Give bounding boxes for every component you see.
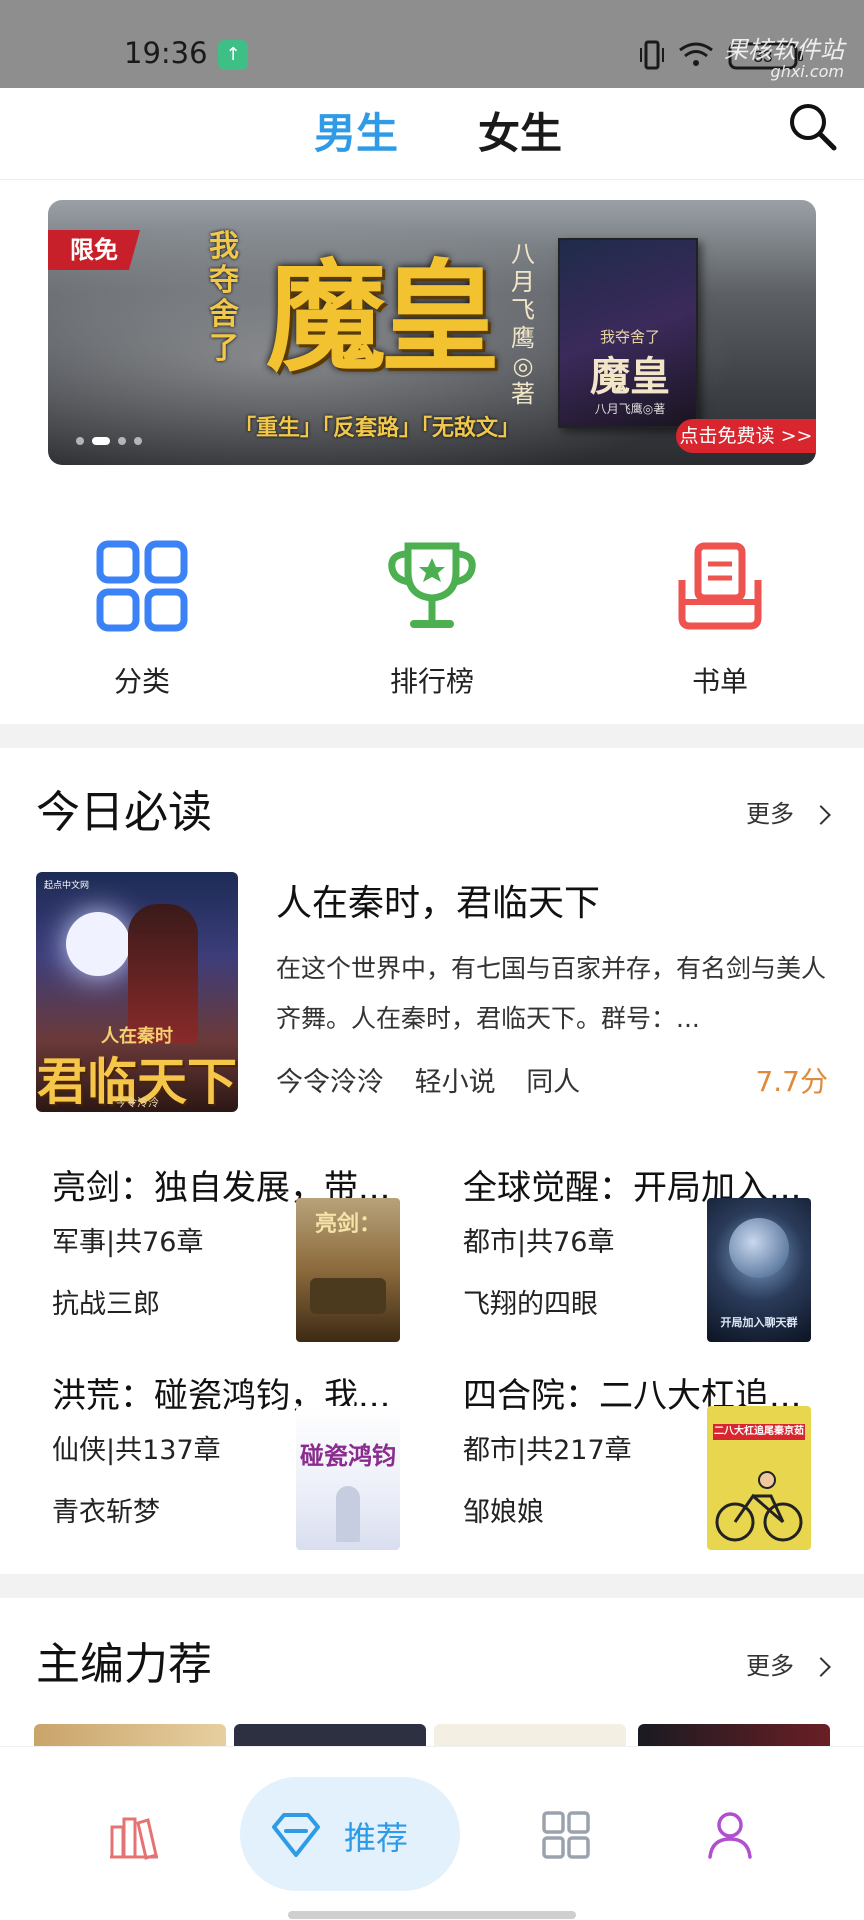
featured-book-score: 7.7分 bbox=[755, 1065, 828, 1098]
featured-book-subcategory: 同人 bbox=[526, 1067, 581, 1098]
featured-book-category: 轻小说 bbox=[414, 1067, 496, 1098]
bicycle-icon bbox=[715, 1471, 803, 1542]
banner-free-tag: 限免 bbox=[48, 230, 140, 270]
banner-cover-author: 八月飞鹰◎著 bbox=[594, 402, 666, 416]
book-cover-peek[interactable] bbox=[638, 1724, 830, 1746]
section-title-today: 今日必读 bbox=[36, 787, 212, 838]
gender-tab-bar: 男生 女生 bbox=[0, 88, 864, 180]
featured-book-description: 在这个世界中，有七国与百家并存，有名剑与美人齐舞。人在秦时，君临天下。群号：..… bbox=[276, 954, 827, 1033]
banner-author: 八月飞鹰◎著 bbox=[511, 240, 535, 408]
editor-more-button[interactable]: 更多 bbox=[746, 1646, 831, 1681]
profile-icon[interactable] bbox=[704, 1809, 756, 1861]
section-divider bbox=[0, 1574, 864, 1598]
cover-figure bbox=[336, 1486, 360, 1542]
book-card[interactable]: 亮剑：独自发展，带... 军事|共76章 抗战三郎 亮剑： bbox=[52, 1160, 424, 1360]
book-card[interactable]: 洪荒：碰瓷鸿钧，我... 仙侠|共137章 青衣斩梦 碰瓷鸿钧 bbox=[52, 1368, 424, 1568]
category-grid-icon[interactable] bbox=[540, 1809, 592, 1861]
quick-entry-label: 分类 bbox=[113, 665, 170, 698]
diamond-icon[interactable] bbox=[270, 1809, 322, 1861]
book-author: 青衣斩梦 bbox=[52, 1497, 160, 1528]
book-card[interactable]: 全球觉醒：开局加入... 都市|共76章 飞翔的四眼 开局加入聊天群 bbox=[463, 1160, 835, 1360]
book-cover: 亮剑： bbox=[296, 1198, 400, 1342]
featured-book-title[interactable]: 人在秦时，君临天下 bbox=[276, 874, 600, 926]
status-time: 19:36 bbox=[124, 36, 208, 70]
today-more-button[interactable]: 更多 bbox=[746, 794, 831, 829]
banner-tags: 「重生」「反套路」「无敌文」 bbox=[234, 416, 521, 441]
tank-shape bbox=[310, 1278, 386, 1314]
trophy-icon bbox=[388, 542, 476, 628]
chevron-right-icon bbox=[811, 805, 831, 825]
section-title-editor: 主编力荐 bbox=[36, 1639, 212, 1690]
quick-entry-ranking[interactable]: 排行榜 bbox=[342, 520, 522, 700]
book-cover-title: 碰瓷鸿钧 bbox=[300, 1441, 396, 1470]
book-card[interactable]: 四合院：二八大杠追... 都市|共217章 邹娘娘 二八大杠追尾秦京茹 bbox=[463, 1368, 835, 1568]
book-cover-title: 开局加入聊天群 bbox=[720, 1316, 798, 1329]
book-cover-peek[interactable] bbox=[234, 1724, 426, 1746]
tab-female[interactable]: 女生 bbox=[478, 100, 562, 161]
bottom-navigation: 推荐 bbox=[0, 1746, 864, 1920]
book-category: 都市|共217章 bbox=[463, 1435, 632, 1466]
book-category: 都市|共76章 bbox=[463, 1227, 615, 1258]
banner-big-title: 魔皇 bbox=[266, 247, 500, 388]
promo-banner[interactable]: 限免 我夺舍了 魔皇 八月飞鹰◎著 「重生」「反套路」「无敌文」 我夺舍了 魔皇… bbox=[48, 200, 816, 465]
upload-notification-icon: ↑ bbox=[218, 40, 248, 70]
featured-book-meta: 今令泠泠 轻小说 同人 bbox=[276, 1060, 602, 1099]
book-cover: 二八大杠追尾秦京茹 bbox=[707, 1406, 811, 1550]
banner-dot-active bbox=[92, 437, 110, 445]
watermark: 果核软件站 bbox=[724, 36, 844, 64]
banner-read-free-button[interactable]: 点击免费读 >> bbox=[676, 419, 816, 453]
planet-shape bbox=[729, 1218, 789, 1278]
banner-cover-big-title: 魔皇 bbox=[590, 353, 670, 400]
tab-male[interactable]: 男生 bbox=[314, 100, 398, 161]
banner-small-title: 我夺舍了 bbox=[209, 229, 239, 366]
quick-entry-category[interactable]: 分类 bbox=[52, 520, 232, 700]
bookshelf-icon[interactable] bbox=[108, 1809, 160, 1861]
section-divider bbox=[0, 724, 864, 748]
more-label: 更多 bbox=[746, 800, 794, 828]
cover-author: 今令泠泠 bbox=[115, 1096, 159, 1109]
banner-book-cover: 我夺舍了 魔皇 八月飞鹰◎著 bbox=[558, 238, 698, 428]
book-cover-peek[interactable] bbox=[434, 1724, 626, 1746]
book-author: 飞翔的四眼 bbox=[463, 1289, 598, 1320]
cover-publisher: 起点中文网 bbox=[44, 881, 90, 891]
vibrate-icon bbox=[640, 40, 664, 70]
featured-book-cover[interactable]: 起点中文网 人在秦时 君临天下 今令泠泠 bbox=[36, 872, 238, 1112]
nav-recommend-label[interactable]: 推荐 bbox=[344, 1813, 408, 1859]
status-bar: 19:36 ↑ 33 果核软件站 ghxi.com bbox=[0, 0, 864, 88]
booklist-icon bbox=[678, 542, 762, 630]
quick-entry-label: 排行榜 bbox=[389, 665, 474, 698]
cover-moon bbox=[66, 912, 130, 976]
book-author: 邹娘娘 bbox=[463, 1497, 544, 1528]
wifi-icon bbox=[679, 42, 713, 66]
book-author: 抗战三郎 bbox=[52, 1289, 160, 1320]
watermark-domain: ghxi.com bbox=[770, 62, 844, 81]
search-icon[interactable] bbox=[784, 98, 840, 154]
banner-dot bbox=[76, 437, 84, 445]
book-cover: 碰瓷鸿钧 bbox=[296, 1406, 400, 1550]
grid-icon bbox=[96, 540, 188, 632]
banner-dot bbox=[118, 437, 126, 445]
featured-book-author: 今令泠泠 bbox=[276, 1067, 384, 1098]
book-category: 军事|共76章 bbox=[52, 1227, 204, 1258]
book-category: 仙侠|共137章 bbox=[52, 1435, 221, 1466]
quick-entries: 分类 排行榜 书单 bbox=[0, 520, 864, 710]
banner-pagination bbox=[76, 430, 150, 449]
book-cover-title: 亮剑： bbox=[314, 1211, 381, 1237]
book-cover-title: 二八大杠追尾秦京茹 bbox=[713, 1424, 805, 1440]
book-cover: 开局加入聊天群 bbox=[707, 1198, 811, 1342]
quick-entry-label: 书单 bbox=[691, 665, 748, 698]
book-cover-peek[interactable] bbox=[34, 1724, 226, 1746]
chevron-right-icon bbox=[811, 1657, 831, 1677]
more-label: 更多 bbox=[746, 1652, 794, 1680]
quick-entry-booklist[interactable]: 书单 bbox=[630, 520, 810, 700]
banner-dot bbox=[134, 437, 142, 445]
home-indicator bbox=[288, 1911, 576, 1919]
